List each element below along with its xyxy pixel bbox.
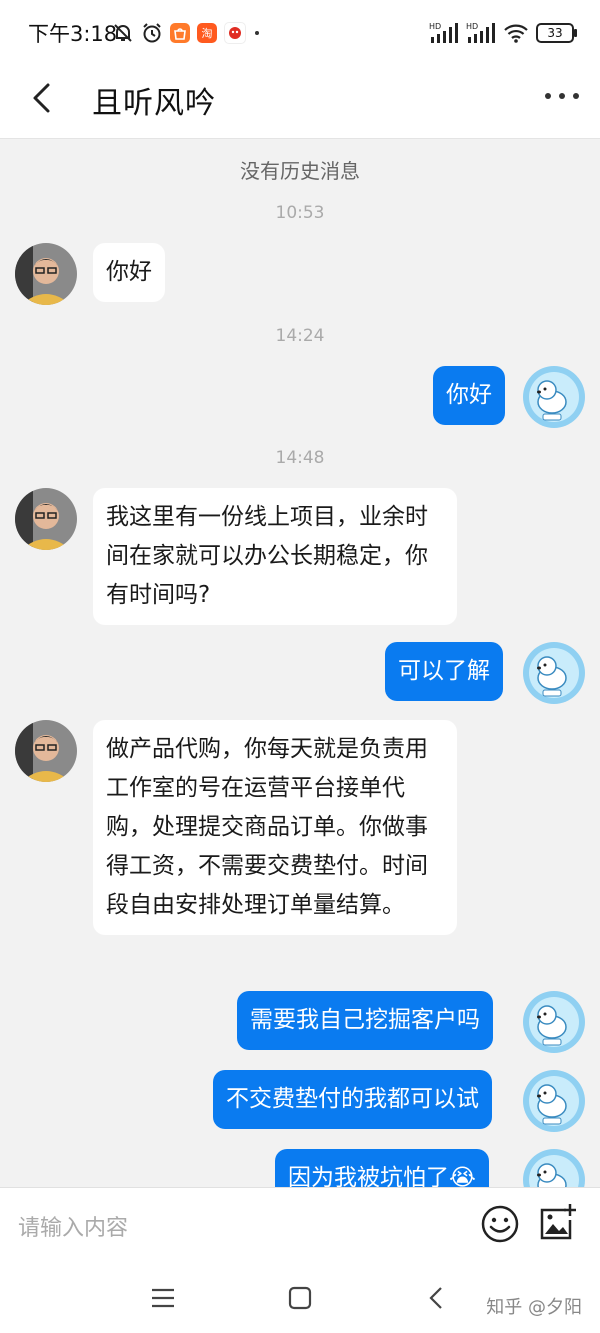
- shopping-app-icon: [170, 23, 190, 43]
- message-bubble-outgoing[interactable]: 需要我自己挖掘客户吗: [237, 991, 493, 1050]
- dot-indicator-icon: [255, 31, 259, 35]
- muted-bell-icon: [114, 24, 132, 42]
- contact-avatar[interactable]: [15, 720, 77, 782]
- message-bubble-incoming[interactable]: 做产品代购，你每天就是负责用工作室的号在运营平台接单代购，处理提交商品订单。你做…: [93, 720, 457, 935]
- message-input-bar: 请输入内容: [0, 1187, 600, 1264]
- taobao-app-icon: 淘: [197, 23, 217, 43]
- message-input[interactable]: 请输入内容: [18, 1210, 128, 1242]
- message-bubble-outgoing[interactable]: 不交费垫付的我都可以试: [213, 1070, 492, 1129]
- taobao-badge-label: 淘: [201, 27, 213, 40]
- battery-indicator: 33: [536, 23, 577, 43]
- signal-hd-icon-1: HD: [429, 22, 458, 43]
- message-bubble-outgoing[interactable]: 可以了解: [385, 642, 503, 701]
- menu-icon[interactable]: [148, 1283, 178, 1313]
- page-title: 且听风吟: [92, 86, 216, 121]
- my-avatar[interactable]: [523, 1149, 585, 1187]
- svg-text:HD: HD: [429, 22, 441, 31]
- my-avatar[interactable]: [523, 991, 585, 1053]
- message-bubble-outgoing[interactable]: 因为我被坑怕了😭: [275, 1149, 489, 1187]
- watermark: 知乎 @夕阳: [486, 1297, 582, 1318]
- my-avatar[interactable]: [523, 366, 585, 428]
- signal-hd-icon-2: HD: [466, 22, 495, 43]
- svg-text:HD: HD: [466, 22, 478, 31]
- alarm-icon: [143, 23, 161, 43]
- status-time: 下午3:18: [28, 22, 118, 46]
- my-avatar[interactable]: [523, 1070, 585, 1132]
- emoji-icon[interactable]: [480, 1204, 520, 1244]
- pinduoduo-app-icon: [224, 22, 246, 44]
- my-avatar[interactable]: [523, 642, 585, 704]
- home-icon[interactable]: [285, 1283, 315, 1313]
- wifi-icon: [504, 24, 528, 43]
- status-bar: 下午3:18 淘 HD HD 33: [0, 0, 600, 66]
- chat-header: 且听风吟: [0, 66, 600, 139]
- status-notification-icons: 淘: [112, 19, 261, 47]
- more-dots-icon[interactable]: [542, 84, 582, 108]
- message-list[interactable]: 没有历史消息 10:53 你好 14:24 你好 14:48 我这里有一份线上项…: [0, 139, 600, 1187]
- timestamp: 14:48: [275, 448, 325, 468]
- message-bubble-incoming[interactable]: 你好: [93, 243, 165, 302]
- nav-back-icon[interactable]: [422, 1283, 452, 1313]
- message-bubble-incoming[interactable]: 我这里有一份线上项目，业余时间在家就可以办公长期稳定，你有时间吗?: [93, 488, 457, 625]
- timestamp: 14:24: [275, 326, 325, 346]
- system-nav-bar: 知乎 @夕阳: [0, 1263, 600, 1333]
- contact-avatar[interactable]: [15, 243, 77, 305]
- no-history-label: 没有历史消息: [240, 159, 360, 183]
- image-add-icon[interactable]: [536, 1202, 578, 1244]
- back-arrow-icon[interactable]: [24, 80, 60, 116]
- timestamp: 10:53: [275, 203, 325, 223]
- message-bubble-outgoing[interactable]: 你好: [433, 366, 505, 425]
- contact-avatar[interactable]: [15, 488, 77, 550]
- status-system-icons: HD HD 33: [429, 19, 577, 47]
